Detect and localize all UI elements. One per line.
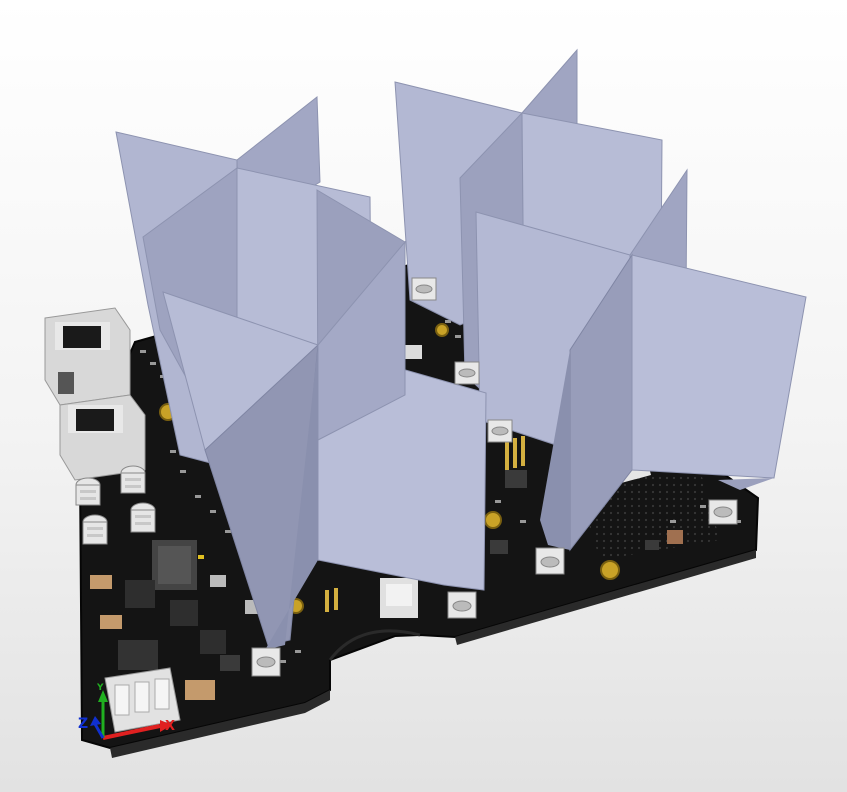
y-axis-label: Y [96,683,104,693]
3d-viewport[interactable]: X Y Z [0,0,847,792]
rj-port-2 [76,409,114,431]
pcb-3d-model[interactable]: X Y Z [0,0,847,792]
z-axis-label: Z [78,716,88,732]
ic-package [125,580,155,608]
rj-port-1 [63,326,101,348]
capacitor [90,575,112,589]
x-axis-label: X [165,719,175,734]
rj-connectors [44,307,146,481]
